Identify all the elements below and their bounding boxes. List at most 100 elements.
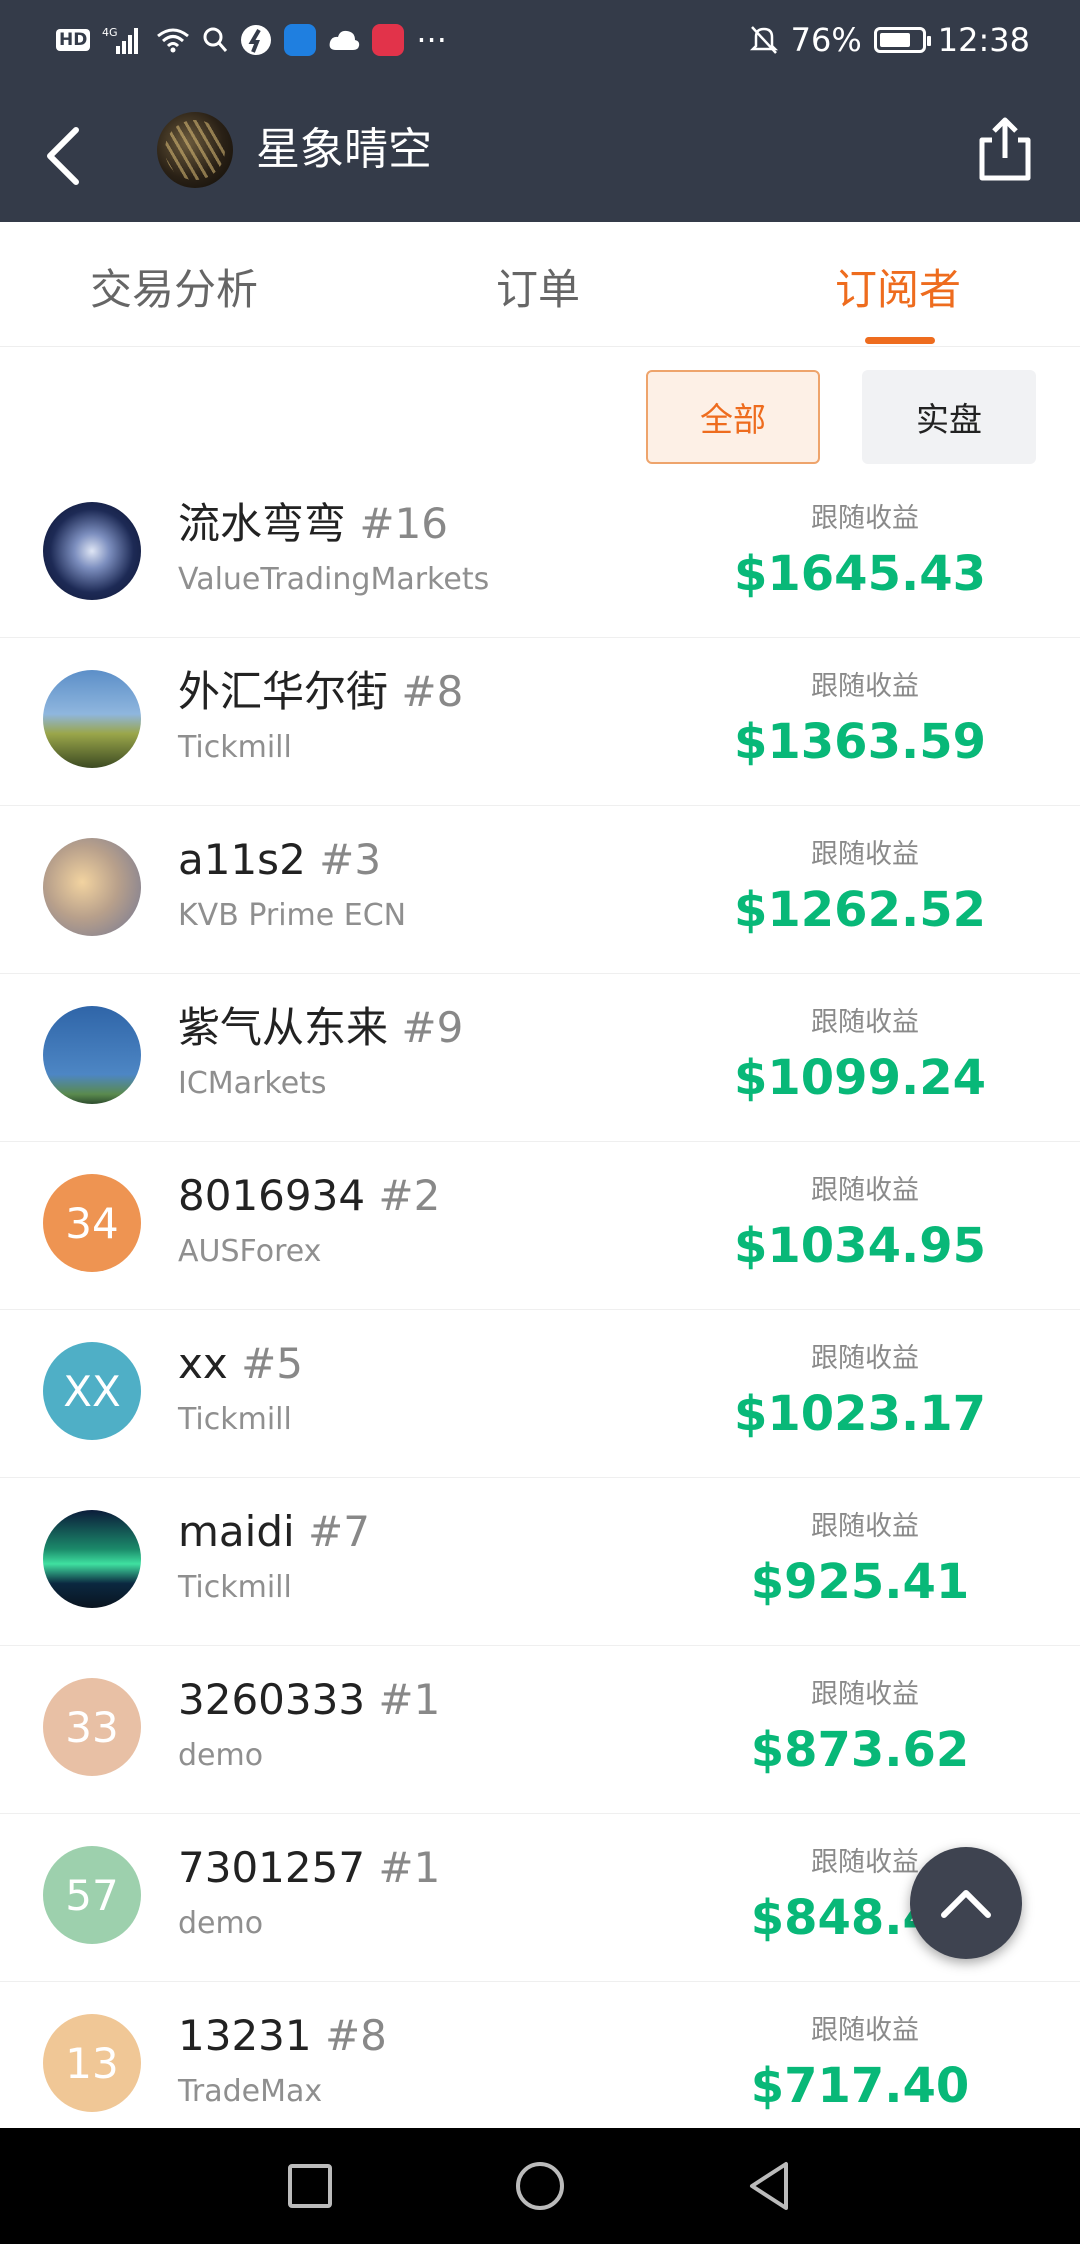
subscriber-broker: KVB Prime ECN	[178, 898, 407, 933]
subscriber-avatar: 34	[43, 1174, 141, 1272]
subscriber-row[interactable]: 紫气从东来 #9 ICMarkets 跟随收益 $1099.24	[0, 974, 1080, 1142]
subscriber-rank: #1	[378, 1675, 441, 1724]
subscriber-name-line: 7301257 #1	[178, 1840, 440, 1896]
subscriber-name-line: a11s2 #3	[178, 832, 381, 888]
follow-gain-value: $925.41	[750, 1554, 970, 1610]
follow-gain-value: $1645.43	[733, 546, 987, 602]
subscriber-broker: demo	[178, 1906, 264, 1941]
app-header: 星象晴空	[0, 80, 1080, 222]
subscriber-rank: #8	[401, 667, 464, 716]
cloud-icon	[328, 28, 360, 52]
back-button[interactable]	[36, 112, 100, 192]
subscriber-name: 3260333	[178, 1675, 366, 1724]
square-icon	[288, 2164, 332, 2208]
scroll-to-top-button[interactable]	[910, 1847, 1022, 1959]
subscriber-avatar	[43, 502, 141, 600]
subscriber-broker: demo	[178, 1738, 264, 1773]
subscriber-name-line: 8016934 #2	[178, 1168, 440, 1224]
subscriber-broker: Tickmill	[178, 1402, 292, 1437]
share-button[interactable]	[970, 114, 1040, 186]
subscriber-avatar	[43, 1510, 141, 1608]
subscriber-broker: AUSForex	[178, 1234, 322, 1269]
subscriber-name-line: 外汇华尔街 #8	[178, 664, 463, 720]
follow-gain-value: $1034.95	[733, 1218, 987, 1274]
signal-icon: 4G	[102, 24, 144, 56]
subscriber-row[interactable]: a11s2 #3 KVB Prime ECN 跟随收益 $1262.52	[0, 806, 1080, 974]
subscriber-row[interactable]: 13 13231 #8 TradeMax 跟随收益 $717.40	[0, 1982, 1080, 2128]
subscriber-row[interactable]: 34 8016934 #2 AUSForex 跟随收益 $1034.95	[0, 1142, 1080, 1310]
subscriber-avatar: 57	[43, 1846, 141, 1944]
subscriber-row[interactable]: 外汇华尔街 #8 Tickmill 跟随收益 $1363.59	[0, 638, 1080, 806]
subscriber-rank: #5	[241, 1339, 303, 1388]
gain-label: 跟随收益	[811, 839, 919, 870]
subscriber-name: 8016934	[178, 1171, 366, 1220]
subscriber-name: 13231	[178, 2011, 312, 2060]
subscriber-broker: Tickmill	[178, 730, 292, 765]
subscriber-rank: #16	[359, 499, 449, 548]
gain-label: 跟随收益	[811, 1679, 919, 1710]
subscriber-name-line: 流水弯弯 #16	[178, 496, 448, 552]
gain-label: 跟随收益	[811, 1175, 919, 1206]
tab-bar: 交易分析 订单 订阅者	[0, 222, 1080, 347]
follow-gain-value: $717.40	[750, 2058, 970, 2114]
subscriber-broker: TradeMax	[178, 2074, 323, 2109]
app-shop-icon	[372, 24, 405, 56]
filter-all-button[interactable]: 全部	[646, 370, 820, 464]
subscriber-rank: #1	[378, 1843, 441, 1892]
hd-icon: HD	[56, 29, 91, 51]
clock: 12:38	[937, 21, 1030, 59]
subscriber-avatar	[43, 1006, 141, 1104]
subscriber-name-line: 紫气从东来 #9	[178, 1000, 463, 1056]
subscriber-broker: Tickmill	[178, 1570, 292, 1605]
tab-orders[interactable]: 订单	[496, 262, 580, 318]
subscriber-avatar: XX	[43, 1342, 141, 1440]
gain-label: 跟随收益	[811, 1511, 919, 1542]
subscriber-broker: ValueTradingMarkets	[178, 562, 490, 597]
filter-real-button[interactable]: 实盘	[862, 370, 1036, 464]
subscriber-avatar: 33	[43, 1678, 141, 1776]
network-type: 4G	[102, 26, 118, 39]
wifi-icon	[156, 26, 190, 54]
tab-trade-analysis[interactable]: 交易分析	[90, 262, 258, 318]
gain-label: 跟随收益	[811, 1343, 919, 1374]
subscriber-broker: ICMarkets	[178, 1066, 327, 1101]
subscriber-name: a11s2	[178, 835, 306, 884]
home-button[interactable]	[510, 2156, 570, 2216]
page-title: 星象晴空	[256, 124, 432, 175]
chevron-up-icon	[941, 1890, 991, 1918]
gain-label: 跟随收益	[811, 2015, 919, 2046]
subscriber-rank: #2	[378, 1171, 441, 1220]
chevron-left-icon	[47, 127, 79, 185]
follow-gain-value: $1363.59	[733, 714, 987, 770]
subscriber-rank: #3	[319, 835, 382, 884]
subscriber-name: xx	[178, 1339, 242, 1388]
subscriber-name-line: 3260333 #1	[178, 1672, 440, 1728]
gain-label: 跟随收益	[811, 1007, 919, 1038]
subscriber-row[interactable]: XX xx #5 Tickmill 跟随收益 $1023.17	[0, 1310, 1080, 1478]
subscriber-avatar: 13	[43, 2014, 141, 2112]
more-notifications-icon: ···	[416, 21, 447, 59]
subscriber-name-line: 13231 #8	[178, 2008, 387, 2064]
subscriber-name-line: maidi #7	[178, 1504, 370, 1560]
follow-gain-value: $873.62	[750, 1722, 970, 1778]
subscriber-rank: #9	[401, 1003, 464, 1052]
recents-button[interactable]	[280, 2156, 340, 2216]
mute-bell-icon	[749, 24, 779, 56]
tab-subscribers[interactable]: 订阅者	[835, 262, 961, 318]
app-browser-icon	[284, 24, 317, 56]
back-nav-button[interactable]	[740, 2156, 800, 2216]
subscriber-rank: #8	[324, 2011, 387, 2060]
subscriber-row[interactable]: 33 3260333 #1 demo 跟随收益 $873.62	[0, 1646, 1080, 1814]
trader-avatar[interactable]	[157, 112, 233, 188]
status-bar: HD 4G ··· 76% 12:38	[0, 0, 1080, 80]
battery-icon	[873, 27, 931, 53]
battery-percent: 76%	[790, 21, 862, 59]
follow-gain-value: $1023.17	[733, 1386, 987, 1442]
subscriber-row[interactable]: maidi #7 Tickmill 跟随收益 $925.41	[0, 1478, 1080, 1646]
gain-label: 跟随收益	[811, 503, 919, 534]
circle-icon	[516, 2162, 564, 2210]
subscriber-avatar	[43, 670, 141, 768]
search-status-icon	[202, 26, 228, 54]
follow-gain-value: $1262.52	[733, 882, 987, 938]
subscriber-row[interactable]: 流水弯弯 #16 ValueTradingMarkets 跟随收益 $1645.43	[0, 480, 1080, 638]
